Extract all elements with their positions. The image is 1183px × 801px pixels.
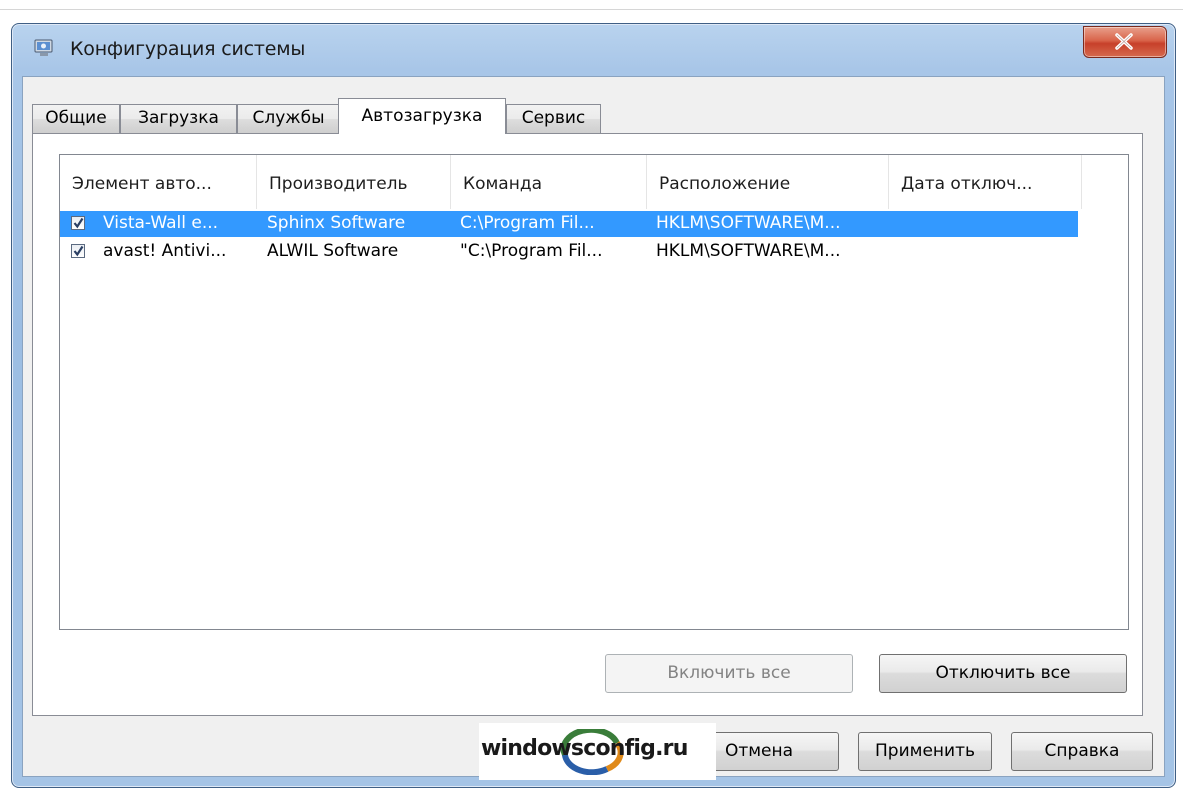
column-header-command[interactable]: Команда: [451, 155, 647, 209]
cell-location: HKLM\SOFTWARE\M...: [656, 213, 841, 233]
checkmark-icon: [73, 245, 84, 257]
disable-all-button[interactable]: Отключить все: [879, 654, 1127, 693]
tab-general[interactable]: Общие: [32, 104, 120, 133]
cell-item: Vista-Wall e...: [103, 213, 219, 233]
row-checkbox[interactable]: [71, 244, 85, 258]
cell-item: avast! Antivi...: [103, 241, 227, 261]
checkmark-icon: [73, 217, 84, 229]
system-config-window: Конфигурация системы Общие Загрузка Служ…: [11, 23, 1176, 788]
cell-command: "C:\Program Fil...: [460, 241, 603, 261]
cell-location: HKLM\SOFTWARE\M...: [656, 241, 841, 261]
tab-boot[interactable]: Загрузка: [120, 104, 237, 133]
row-checkbox[interactable]: [71, 216, 85, 230]
help-button[interactable]: Справка: [1011, 732, 1153, 771]
apply-button[interactable]: Применить: [858, 732, 992, 771]
column-header-date-disabled[interactable]: Дата отключ...: [889, 155, 1082, 209]
list-header: Элемент авто... Производитель Команда Ра…: [60, 155, 1128, 209]
watermark-logo: windowsconfig.ru: [479, 723, 716, 780]
dialog-client-area: Общие Загрузка Службы Автозагрузка Серви…: [22, 76, 1165, 777]
close-button[interactable]: [1083, 26, 1167, 58]
column-header-manufacturer[interactable]: Производитель: [257, 155, 451, 209]
enable-all-button[interactable]: Включить все: [605, 654, 853, 693]
cell-manufacturer: Sphinx Software: [267, 213, 406, 233]
page-top-divider: [0, 9, 1183, 10]
startup-tab-page: Элемент авто... Производитель Команда Ра…: [32, 133, 1143, 716]
cell-manufacturer: ALWIL Software: [267, 241, 399, 261]
startup-items-list[interactable]: Элемент авто... Производитель Команда Ра…: [59, 154, 1129, 630]
tab-tools[interactable]: Сервис: [506, 104, 601, 133]
title-bar[interactable]: Конфигурация системы: [12, 24, 1175, 76]
msconfig-app-icon: [34, 38, 54, 58]
watermark-text: windowsconfig.ru: [481, 736, 688, 761]
tab-services[interactable]: Службы: [237, 104, 340, 133]
cell-command: C:\Program Fil...: [460, 213, 595, 233]
close-icon: [1115, 33, 1133, 50]
window-title: Конфигурация системы: [70, 38, 306, 60]
tab-startup[interactable]: Автозагрузка: [338, 98, 506, 134]
column-header-location[interactable]: Расположение: [647, 155, 889, 209]
column-header-item[interactable]: Элемент авто...: [60, 155, 257, 209]
